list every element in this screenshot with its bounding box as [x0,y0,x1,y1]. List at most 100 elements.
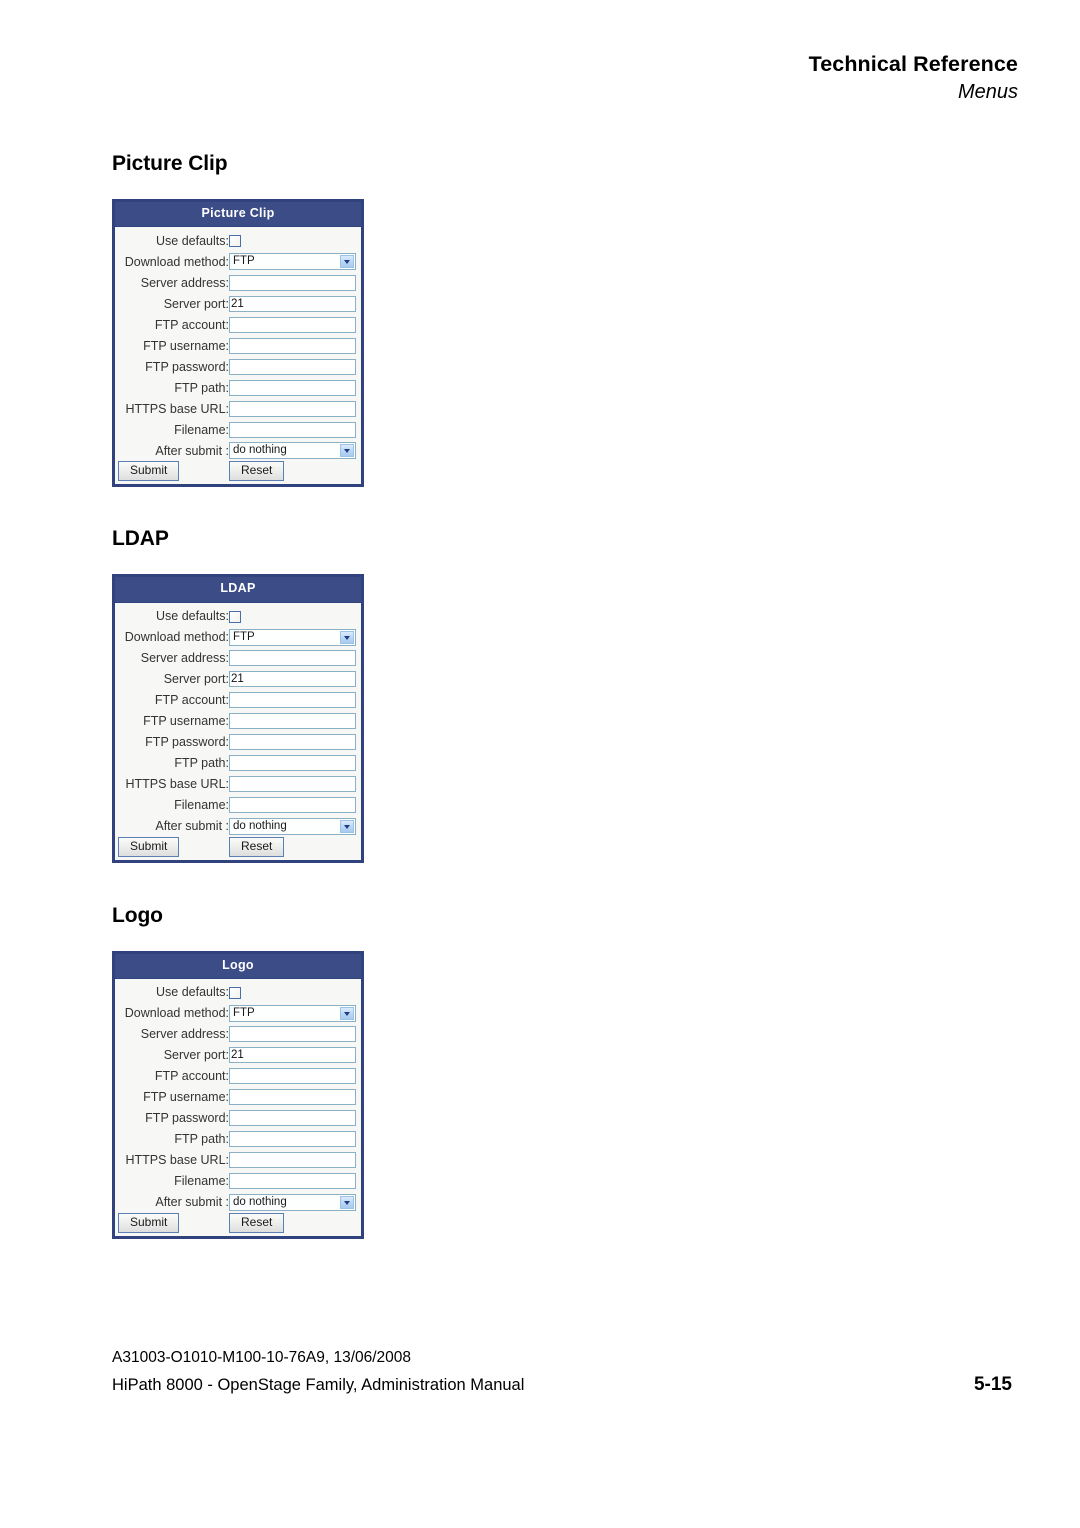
input-server-port[interactable] [229,671,356,688]
form-row-https-base-url: HTTPS base URL: [118,1150,358,1171]
field-ftp-username[interactable] [229,711,358,732]
submit-cell: Submit [118,1212,229,1233]
field-server-address[interactable] [229,648,358,669]
footer-manual-title: HiPath 8000 - OpenStage Family, Administ… [112,1376,525,1394]
submit-cell: Submit [118,836,229,857]
select-after-submit[interactable]: do nothing [229,442,356,460]
field-ftp-path[interactable] [229,377,358,398]
label-ftp-password: FTP password: [145,359,229,374]
select-download-method[interactable]: FTP [229,628,356,646]
input-server-address[interactable] [229,1026,356,1043]
checkbox-use-defaults[interactable] [229,610,241,623]
input-ftp-path[interactable] [229,755,356,772]
input-ftp-password[interactable] [229,358,356,375]
form-row-server-port: Server port: [118,293,358,314]
field-https-base-url[interactable] [229,1150,358,1171]
chevron-down-icon[interactable] [340,255,354,269]
submit-button[interactable]: Submit [118,836,180,857]
form-row-use-defaults: Use defaults: [118,606,358,627]
input-ftp-username[interactable] [229,337,356,354]
field-filename[interactable] [229,795,358,816]
input-ftp-account[interactable] [229,692,356,709]
label-filename: Filename: [174,422,229,437]
checkbox-use-defaults[interactable] [229,235,241,248]
field-https-base-url[interactable] [229,398,358,419]
field-use-defaults[interactable] [229,230,358,251]
chevron-down-icon[interactable] [340,444,354,458]
field-server-address[interactable] [229,1024,358,1045]
input-server-port[interactable] [229,1047,356,1064]
field-ftp-password[interactable] [229,356,358,377]
field-ftp-password[interactable] [229,732,358,753]
input-server-address[interactable] [229,650,356,667]
label-ftp-path: FTP path: [174,380,229,395]
label-https-base-url: HTTPS base URL: [125,777,229,792]
select-download-method[interactable]: FTP [229,253,356,271]
input-https-base-url[interactable] [229,776,356,793]
input-ftp-path[interactable] [229,1131,356,1148]
field-after-submit[interactable]: do nothing [229,1192,358,1213]
footer-document-id: A31003-O1010-M100-10-76A9, 13/06/2008 [112,1348,412,1366]
input-filename[interactable] [229,421,356,438]
field-filename[interactable] [229,419,358,440]
chevron-down-icon[interactable] [340,630,354,644]
field-filename[interactable] [229,1171,358,1192]
field-ftp-account[interactable] [229,1066,358,1087]
page-running-header: Technical Reference Menus [809,52,1018,105]
select-after-submit[interactable]: do nothing [229,817,356,835]
chevron-down-icon[interactable] [340,819,354,833]
input-ftp-path[interactable] [229,379,356,396]
form-row-ftp-username: FTP username: [118,711,358,732]
field-ftp-account[interactable] [229,690,358,711]
submit-button[interactable]: Submit [118,1212,180,1233]
label-filename: Filename: [174,1174,229,1189]
input-filename[interactable] [229,797,356,814]
field-after-submit[interactable]: do nothing [229,440,358,461]
field-ftp-username[interactable] [229,335,358,356]
field-use-defaults[interactable] [229,606,358,627]
field-ftp-account[interactable] [229,314,358,335]
field-use-defaults[interactable] [229,982,358,1003]
field-download-method[interactable]: FTP [229,251,358,272]
field-server-address[interactable] [229,272,358,293]
input-https-base-url[interactable] [229,1152,356,1169]
reset-button[interactable]: Reset [229,836,285,857]
form-row-server-address: Server address: [118,648,358,669]
reset-button[interactable]: Reset [229,461,285,482]
input-ftp-username[interactable] [229,713,356,730]
form-table: Use defaults: Download method: FTP Serve… [118,230,358,482]
input-ftp-account[interactable] [229,1068,356,1085]
label-after-submit: After submit : [155,819,229,834]
field-ftp-password[interactable] [229,1108,358,1129]
field-server-port[interactable] [229,669,358,690]
field-ftp-path[interactable] [229,753,358,774]
field-server-port[interactable] [229,1045,358,1066]
field-ftp-username[interactable] [229,1087,358,1108]
form-row-ftp-password: FTP password: [118,732,358,753]
field-server-port[interactable] [229,293,358,314]
select-download-method[interactable]: FTP [229,1004,356,1022]
field-download-method[interactable]: FTP [229,1003,358,1024]
chevron-down-icon[interactable] [340,1195,354,1209]
label-after-submit: After submit : [155,1195,229,1210]
field-after-submit[interactable]: do nothing [229,816,358,837]
field-ftp-path[interactable] [229,1129,358,1150]
input-server-port[interactable] [229,295,356,312]
submit-button[interactable]: Submit [118,461,180,482]
reset-button[interactable]: Reset [229,1212,285,1233]
label-ftp-password: FTP password: [145,1111,229,1126]
select-after-submit[interactable]: do nothing [229,1193,356,1211]
field-https-base-url[interactable] [229,774,358,795]
chevron-down-icon[interactable] [340,1006,354,1020]
label-ftp-path: FTP path: [174,756,229,771]
input-ftp-password[interactable] [229,1110,356,1127]
input-https-base-url[interactable] [229,400,356,417]
input-server-address[interactable] [229,274,356,291]
field-download-method[interactable]: FTP [229,627,358,648]
input-ftp-username[interactable] [229,1089,356,1106]
input-filename[interactable] [229,1173,356,1190]
input-ftp-account[interactable] [229,316,356,333]
input-ftp-password[interactable] [229,734,356,751]
panel-body-ldap: Use defaults: Download method: FTP Serve… [115,602,361,860]
checkbox-use-defaults[interactable] [229,987,241,999]
